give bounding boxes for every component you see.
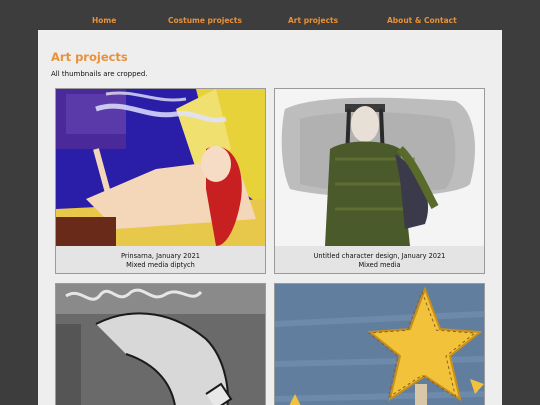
nav-costume-projects[interactable]: Costume projects [168, 16, 242, 25]
thumbnail-image[interactable] [56, 89, 265, 246]
caption-medium: Mixed media diptych [126, 261, 195, 269]
top-navigation: Home Costume projects Art projects About… [0, 0, 540, 30]
item-caption: Prinsarna, January 2021 Mixed media dipt… [56, 252, 265, 270]
page-title: Art projects [51, 50, 128, 64]
nav-about-contact[interactable]: About & Contact [387, 16, 457, 25]
gallery-item-star[interactable] [274, 283, 485, 405]
item-caption: Untitled character design, January 2021 … [275, 252, 484, 270]
caption-medium: Mixed media [358, 261, 401, 269]
thumbnail-image[interactable] [275, 89, 484, 246]
gallery-item-embroidery[interactable] [55, 283, 266, 405]
gallery-item-character-design[interactable]: Untitled character design, January 2021 … [274, 88, 485, 274]
main-content: Art projects All thumbnails are cropped. [38, 30, 502, 405]
gallery-item-prinsarna[interactable]: Prinsarna, January 2021 Mixed media dipt… [55, 88, 266, 274]
caption-title: Prinsarna, January 2021 [121, 252, 200, 260]
thumbnail-image[interactable] [56, 284, 265, 405]
thumbnail-note: All thumbnails are cropped. [51, 70, 148, 78]
nav-art-projects[interactable]: Art projects [288, 16, 338, 25]
nav-home[interactable]: Home [92, 16, 116, 25]
caption-title: Untitled character design, January 2021 [313, 252, 446, 260]
thumbnail-image[interactable] [275, 284, 484, 405]
